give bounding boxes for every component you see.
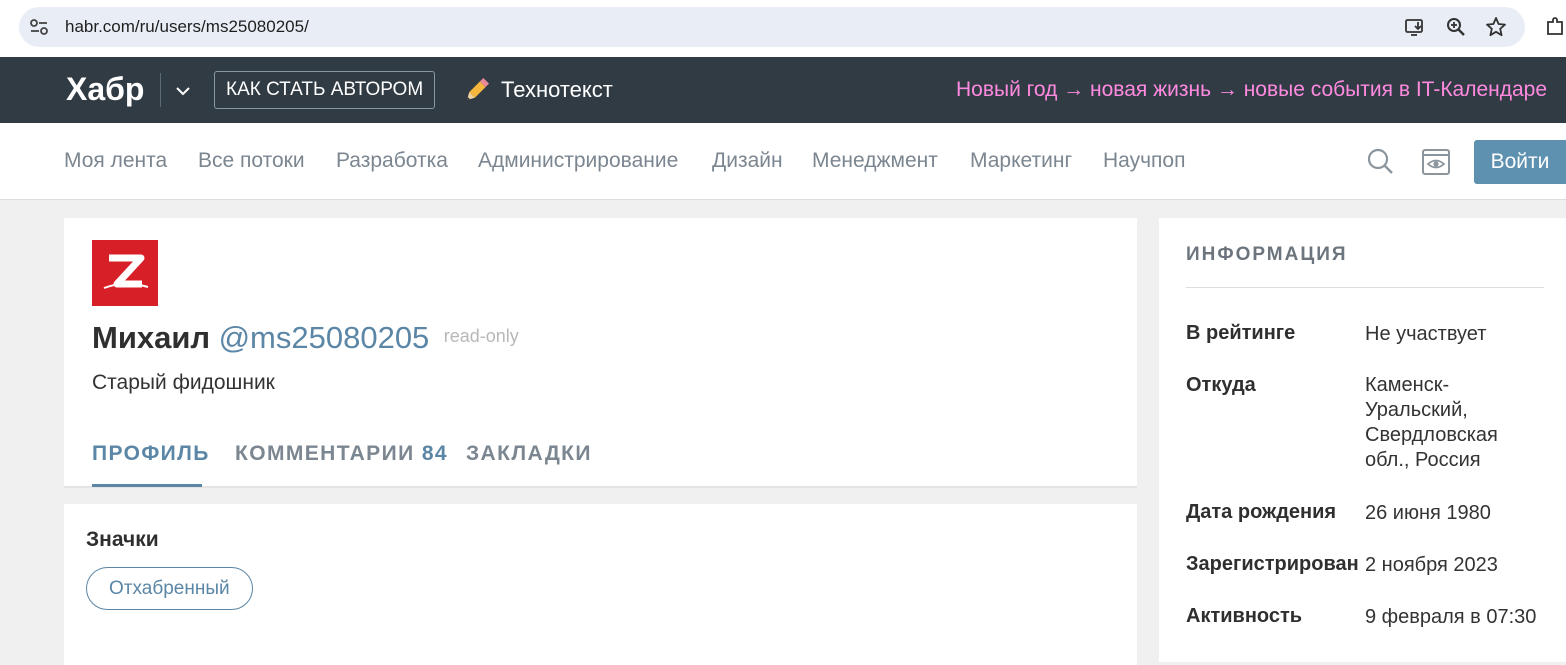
info-label-rating: В рейтинге — [1186, 322, 1296, 344]
user-full-name: Михаил — [92, 320, 211, 355]
site-header: Хабр КАК СТАТЬ АВТОРОМ Технотекст Новый … — [0, 57, 1566, 123]
info-label-activity: Активность — [1186, 605, 1303, 627]
profile-card: Михаил @ms25080205 read-only Старый фидо… — [64, 218, 1137, 488]
info-label-registered: Зарегистрирован — [1186, 553, 1359, 575]
how-to-become-author-button[interactable]: КАК СТАТЬ АВТОРОМ — [214, 71, 436, 109]
badge-chip[interactable]: Отхабренный — [86, 567, 253, 610]
main-navigation: Моя лента Все потоки Разработка Админист… — [0, 123, 1566, 200]
site-settings-icon[interactable] — [29, 18, 49, 36]
technotext-link[interactable]: Технотекст — [501, 77, 613, 103]
habr-logo[interactable]: Хабр — [66, 71, 144, 108]
nav-item-marketing[interactable]: Маркетинг — [970, 149, 1072, 173]
avatar[interactable] — [92, 240, 158, 306]
nav-item-design[interactable]: Дизайн — [712, 149, 783, 173]
profile-name-row: Михаил @ms25080205 read-only — [92, 320, 519, 356]
active-tab-indicator — [92, 484, 202, 487]
nav-item-popsci[interactable]: Научпоп — [1103, 149, 1185, 173]
info-card: ИНФОРМАЦИЯ В рейтинге Не участвует Откуд… — [1159, 218, 1566, 662]
tab-profile[interactable]: ПРОФИЛЬ — [92, 442, 210, 466]
install-app-icon[interactable] — [1404, 16, 1426, 38]
logo-divider — [160, 73, 161, 107]
nav-item-development[interactable]: Разработка — [336, 149, 448, 173]
info-value-registered: 2 ноября 2023 — [1365, 554, 1498, 576]
badges-card: Значки Отхабренный — [64, 504, 1137, 665]
reading-settings-icon[interactable] — [1421, 147, 1451, 177]
info-value-rating: Не участвует — [1365, 323, 1487, 345]
info-value-birthdate: 26 июня 1980 — [1365, 502, 1491, 524]
login-button[interactable]: Войти — [1474, 140, 1566, 184]
nav-item-administration[interactable]: Администрирование — [478, 149, 678, 173]
tab-comments-label: КОММЕНТАРИИ — [235, 442, 415, 465]
chevron-down-icon[interactable] — [173, 81, 193, 101]
tab-comments-count: 84 — [421, 442, 448, 465]
user-specialization: Старый фидошник — [92, 371, 275, 394]
bookmark-star-icon[interactable] — [1485, 16, 1507, 38]
promo-link[interactable]: Новый год → новая жизнь → новые события … — [956, 78, 1547, 102]
tab-bookmarks[interactable]: ЗАКЛАДКИ — [466, 442, 592, 466]
nav-item-management[interactable]: Менеджмент — [812, 149, 938, 173]
tab-comments[interactable]: КОММЕНТАРИИ 84 — [235, 442, 448, 466]
extensions-icon[interactable] — [1545, 16, 1566, 38]
address-bar[interactable]: habr.com/ru/users/ms25080205/ — [19, 7, 1525, 47]
info-label-birthdate: Дата рождения — [1186, 501, 1337, 523]
info-label-location: Откуда — [1186, 374, 1256, 396]
tabs-divider — [64, 486, 1137, 488]
info-title: ИНФОРМАЦИЯ — [1186, 244, 1348, 265]
nav-item-all-streams[interactable]: Все потоки — [198, 149, 305, 173]
user-handle[interactable]: @ms25080205 — [219, 320, 430, 355]
nav-item-my-feed[interactable]: Моя лента — [64, 149, 167, 173]
pencil-icon — [467, 77, 490, 100]
badges-title: Значки — [86, 528, 159, 551]
search-icon[interactable] — [1366, 147, 1394, 175]
info-value-location[interactable]: Каменск-Уральский, Свердловская обл., Ро… — [1365, 373, 1525, 473]
info-value-activity: 9 февраля в 07:30 — [1365, 606, 1537, 628]
browser-toolbar: habr.com/ru/users/ms25080205/ — [0, 0, 1566, 57]
readonly-badge: read-only — [443, 326, 519, 346]
info-divider — [1186, 287, 1544, 288]
zoom-icon[interactable] — [1445, 16, 1467, 38]
avatar-z-logo-icon — [103, 254, 149, 289]
url-text[interactable]: habr.com/ru/users/ms25080205/ — [65, 17, 309, 37]
